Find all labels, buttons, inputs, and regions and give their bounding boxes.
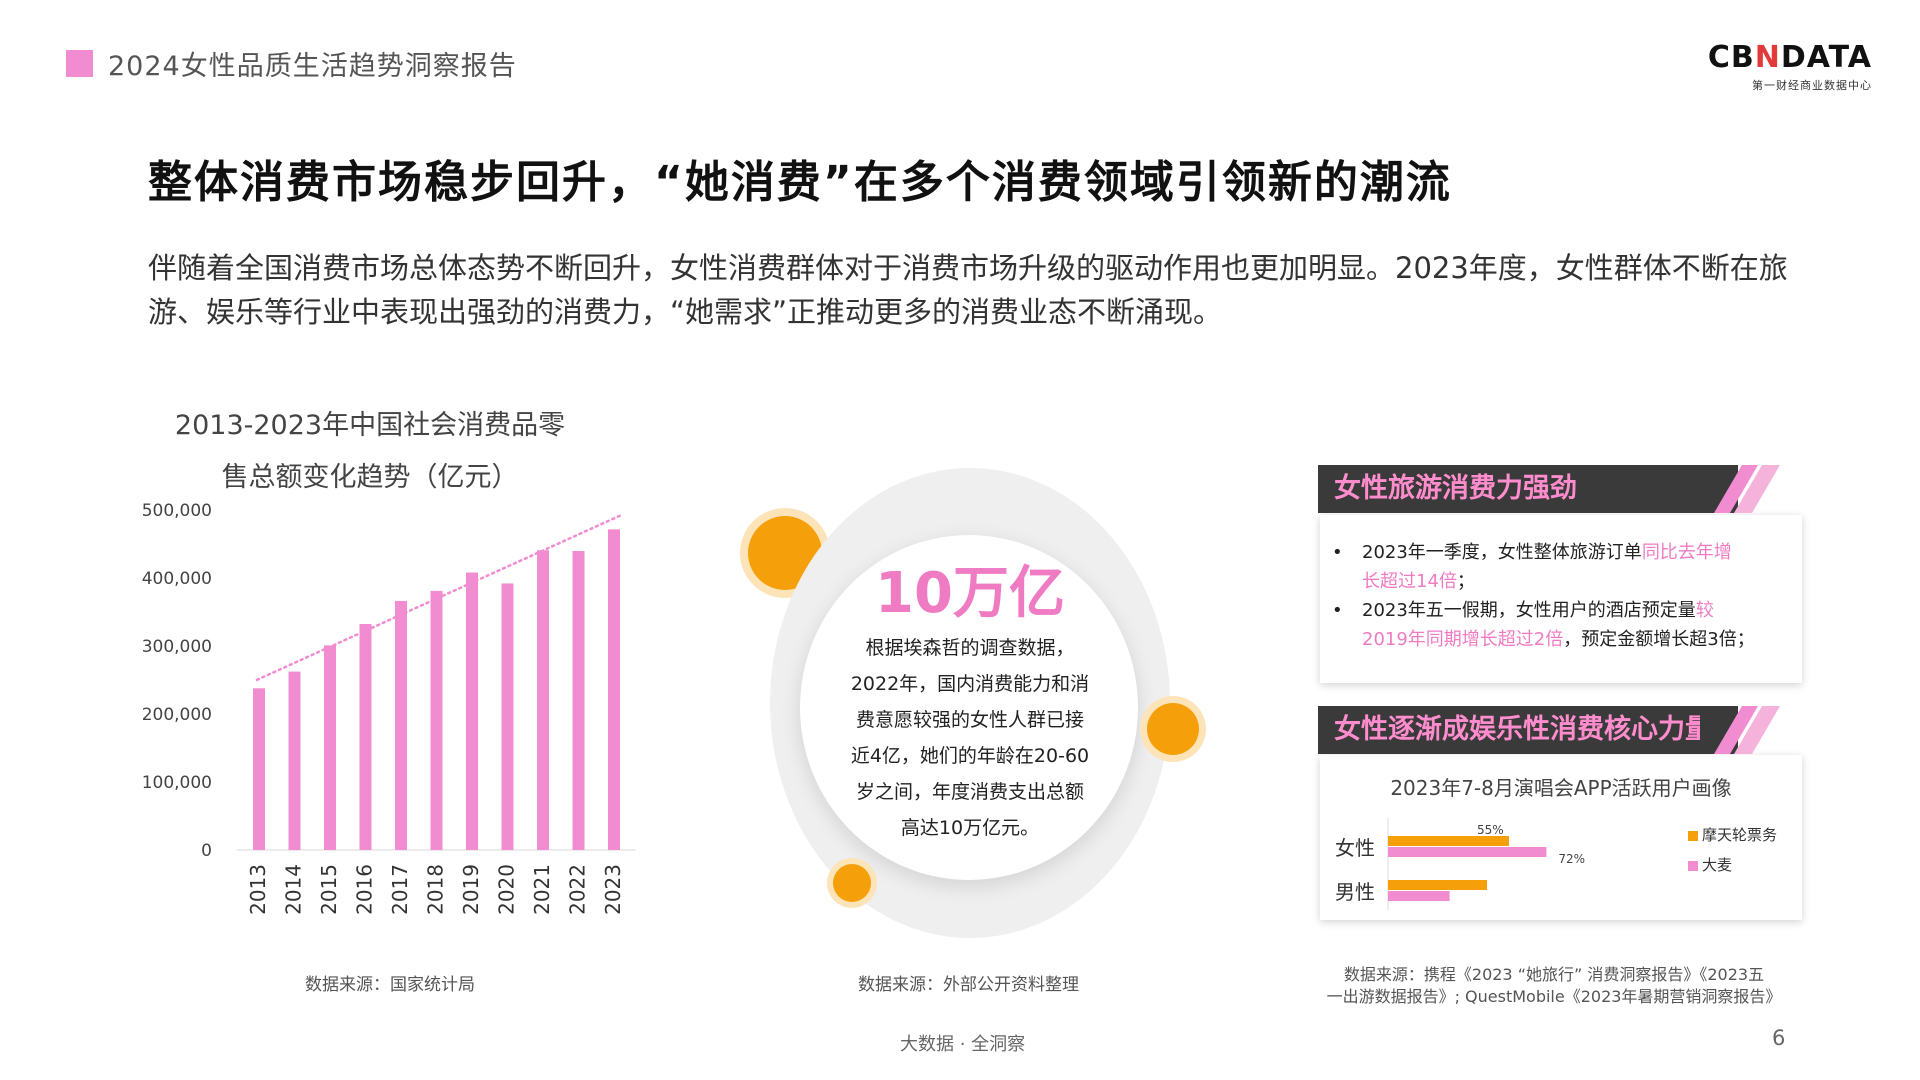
- bar-2013: [253, 688, 265, 850]
- center-text-line: 费意愿较强的女性人群已接: [855, 709, 1084, 731]
- intro-paragraph: 伴随着全国消费市场总体态势不断回升，女性消费群体对于消费市场升级的驱动作用也更加…: [148, 251, 1788, 329]
- legend-label-大麦: 大麦: [1702, 856, 1732, 874]
- bullet-dot-icon: •: [1332, 542, 1343, 563]
- travel-panel-header: 女性旅游消费力强劲: [1318, 465, 1738, 513]
- x-tick-label: 2018: [424, 864, 448, 915]
- bar-2019: [466, 572, 478, 850]
- x-tick-label: 2020: [495, 864, 519, 915]
- page-title: 整体消费市场稳步回升，“她消费”在多个消费领域引领新的潮流: [148, 157, 1452, 208]
- travel-bullet-1-highlight-b: 长超过14倍: [1362, 571, 1457, 592]
- travel-bullet-2-text-d: ，预定金额增长超3倍；: [1563, 629, 1755, 650]
- logo-text-x: N: [1754, 40, 1781, 75]
- big-number-10-trillion: 10万亿: [875, 561, 1065, 626]
- travel-bullet-2-highlight-b: 2019年同期增长超过2倍: [1362, 629, 1564, 650]
- data-label: 55%: [1477, 823, 1504, 837]
- right-source-line1: 数据来源：携程《2023 “她旅行” 消费洞察报告》《2023五: [1343, 965, 1765, 984]
- legend-swatch-摩天轮票务: [1688, 831, 1698, 841]
- x-tick-label: 2023: [601, 864, 625, 915]
- retail-chart-source: 数据来源：国家统计局: [305, 975, 475, 995]
- y-tick-label: 300,000: [142, 637, 212, 657]
- bar-摩天轮票务-男性: [1388, 880, 1487, 890]
- bar-2016: [359, 624, 372, 850]
- x-tick-label: 2021: [530, 864, 554, 915]
- bar-2022: [572, 550, 585, 850]
- entertainment-panel-header: 女性逐渐成娱乐性消费核心力量: [1318, 706, 1738, 754]
- x-tick-label: 2019: [459, 864, 483, 915]
- concert-chart-title: 2023年7-8月演唱会APP活跃用户画像: [1390, 776, 1732, 800]
- concert-user-bar-chart: 女性 55% 72% 男性 摩天轮票务大麦: [1335, 818, 1777, 910]
- x-tick-label: 2014: [282, 864, 306, 915]
- category-label-female: 女性: [1335, 836, 1375, 860]
- legend-swatch-大麦: [1688, 861, 1698, 871]
- entertainment-panel-stripes: [1700, 706, 1780, 754]
- travel-panel-stripes: [1700, 465, 1780, 513]
- travel-bullet-1-highlight-a: 同比去年增: [1641, 542, 1732, 563]
- x-tick-label: 2022: [566, 864, 590, 915]
- x-tick-label: 2016: [353, 864, 377, 915]
- retail-sales-bar-chart: 500,000 400,000 300,000 200,000 100,000 0 2013…: [142, 501, 636, 915]
- y-tick-label: 200,000: [142, 705, 212, 725]
- retail-chart-title-line1: 2013-2023年中国社会消费品零: [174, 410, 566, 441]
- bar-大麦-男性: [1388, 891, 1450, 901]
- cbndata-logo: CBNDATA 第一财经商业数据中心: [1708, 40, 1872, 93]
- page-number: 6: [1772, 1026, 1786, 1050]
- travel-bullet-1-text-d: ；: [1456, 571, 1475, 592]
- report-title: 2024女性品质生活趋势洞察报告: [108, 51, 517, 82]
- decor-circle-small: [833, 864, 871, 902]
- logo-subtitle: 第一财经商业数据中心: [1752, 79, 1872, 92]
- travel-bullet-2-highlight-a: 较: [1695, 600, 1714, 621]
- data-label: 72%: [1558, 852, 1585, 866]
- bullet-dot-icon: •: [1332, 600, 1343, 621]
- bar-2020: [501, 583, 514, 850]
- travel-bullets: • 2023年一季度，女性整体旅游订单同比去年增长超过14倍； • 2023年五…: [1332, 538, 1792, 654]
- travel-bullet-1: • 2023年一季度，女性整体旅游订单同比去年增长超过14倍；: [1332, 538, 1792, 596]
- y-tick-label: 400,000: [142, 569, 212, 589]
- header-square-marker: [66, 50, 93, 77]
- center-description: 根据埃森哲的调查数据， 2022年，国内消费能力和消 费意愿较强的女性人群已接 …: [825, 630, 1115, 846]
- center-text-line: 岁之间，年度消费支出总额: [855, 781, 1084, 803]
- center-text-line: 根据埃森哲的调查数据，: [865, 637, 1075, 659]
- x-tick-label: 2015: [317, 864, 341, 915]
- bar-2021: [537, 550, 549, 850]
- bar-2023: [608, 529, 620, 850]
- category-label-male: 男性: [1335, 880, 1375, 904]
- logo-text-part1: CB: [1707, 40, 1755, 75]
- retail-chart-title: 2013-2023年中国社会消费品零 售总额变化趋势（亿元）: [160, 400, 580, 504]
- x-tick-label: 2013: [246, 864, 270, 915]
- bar-2017: [395, 600, 407, 850]
- logo-text-part2: DATA: [1780, 40, 1872, 75]
- bar-2018: [430, 590, 443, 850]
- center-text-line: 近4亿，她们的年龄在20-60: [850, 745, 1090, 767]
- legend-label-摩天轮票务: 摩天轮票务: [1702, 826, 1777, 844]
- center-source: 数据来源：外部公开资料整理: [858, 975, 1079, 995]
- bar-摩天轮票务-女性: [1388, 836, 1509, 846]
- y-tick-label: 500,000: [142, 501, 212, 521]
- y-tick-label: 100,000: [142, 773, 212, 793]
- center-text-line: 2022年，国内消费能力和消: [850, 673, 1090, 695]
- center-text-line: 高达10万亿元。: [900, 817, 1040, 839]
- decor-circle-medium: [1147, 703, 1199, 755]
- travel-bullet-1-text-a: 2023年一季度，女性整体旅游订单: [1362, 542, 1642, 563]
- bar-2015: [324, 645, 336, 850]
- footer-slogan: 大数据 · 全洞察: [900, 1034, 1026, 1055]
- bar-2014: [288, 671, 301, 850]
- x-tick-label: 2017: [388, 864, 412, 915]
- right-source: 数据来源：携程《2023 “她旅行” 消费洞察报告》《2023五 一出游数据报告…: [1294, 964, 1814, 1008]
- bar-大麦-女性: [1388, 847, 1547, 857]
- y-tick-label: 0: [201, 841, 212, 861]
- right-source-line2: 一出游数据报告》; QuestMobile《2023年暑期营销洞察报告》: [1326, 987, 1782, 1006]
- travel-bullet-2: • 2023年五一假期，女性用户的酒店预定量较 2019年同期增长超过2倍，预定金…: [1332, 596, 1792, 654]
- travel-bullet-2-text-a: 2023年五一假期，女性用户的酒店预定量: [1362, 600, 1696, 621]
